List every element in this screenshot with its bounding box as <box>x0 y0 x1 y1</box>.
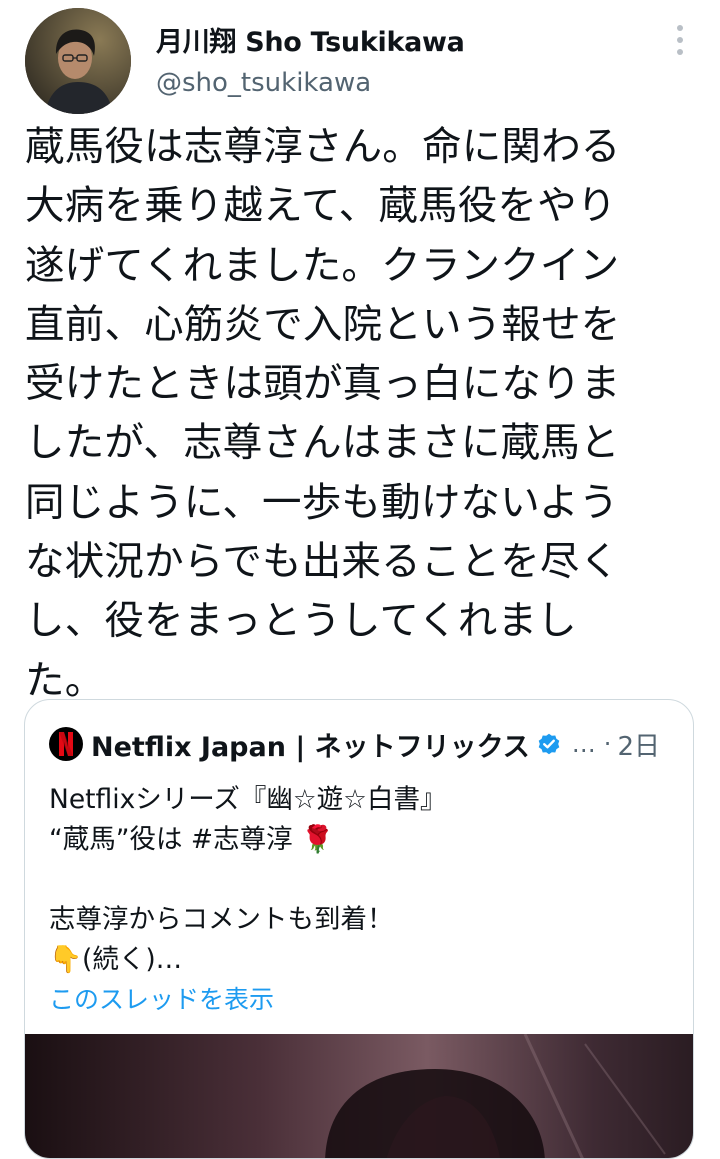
quoted-timestamp[interactable]: 2日 <box>617 726 660 763</box>
quoted-author-name[interactable]: Netflix Japan | ネットフリックス <box>91 725 530 764</box>
quoted-tweet-text: Netflixシリーズ『幽☆遊☆白書』 “蔵馬”役は #志尊淳 🌹 志尊淳からコ… <box>49 784 447 975</box>
user-handle[interactable]: @sho_tsukikawa <box>156 68 371 98</box>
tweet-text: 蔵馬役は志尊淳さん。命に関わる 大病を乗り越えて、蔵馬役をやり 遂げてくれました… <box>25 124 621 704</box>
more-options-button[interactable] <box>664 20 696 60</box>
quoted-tweet[interactable]: Netflix Japan | ネットフリックス … · 2日 Netflixシ… <box>24 699 694 1159</box>
quoted-media-image[interactable] <box>25 1034 693 1158</box>
avatar[interactable] <box>25 8 131 114</box>
avatar-photo <box>25 8 131 114</box>
verified-badge-icon <box>538 733 560 755</box>
quoted-tweet-header: Netflix Japan | ネットフリックス … · 2日 <box>49 725 679 764</box>
separator-dot: · <box>603 730 612 758</box>
display-name[interactable]: 月川翔 Sho Tsukikawa <box>156 20 465 59</box>
more-vertical-icon <box>677 25 683 31</box>
name-truncation: … <box>571 730 596 758</box>
show-thread-link[interactable]: このスレッドを表示 <box>49 980 274 1016</box>
netflix-logo-icon[interactable] <box>49 727 83 761</box>
